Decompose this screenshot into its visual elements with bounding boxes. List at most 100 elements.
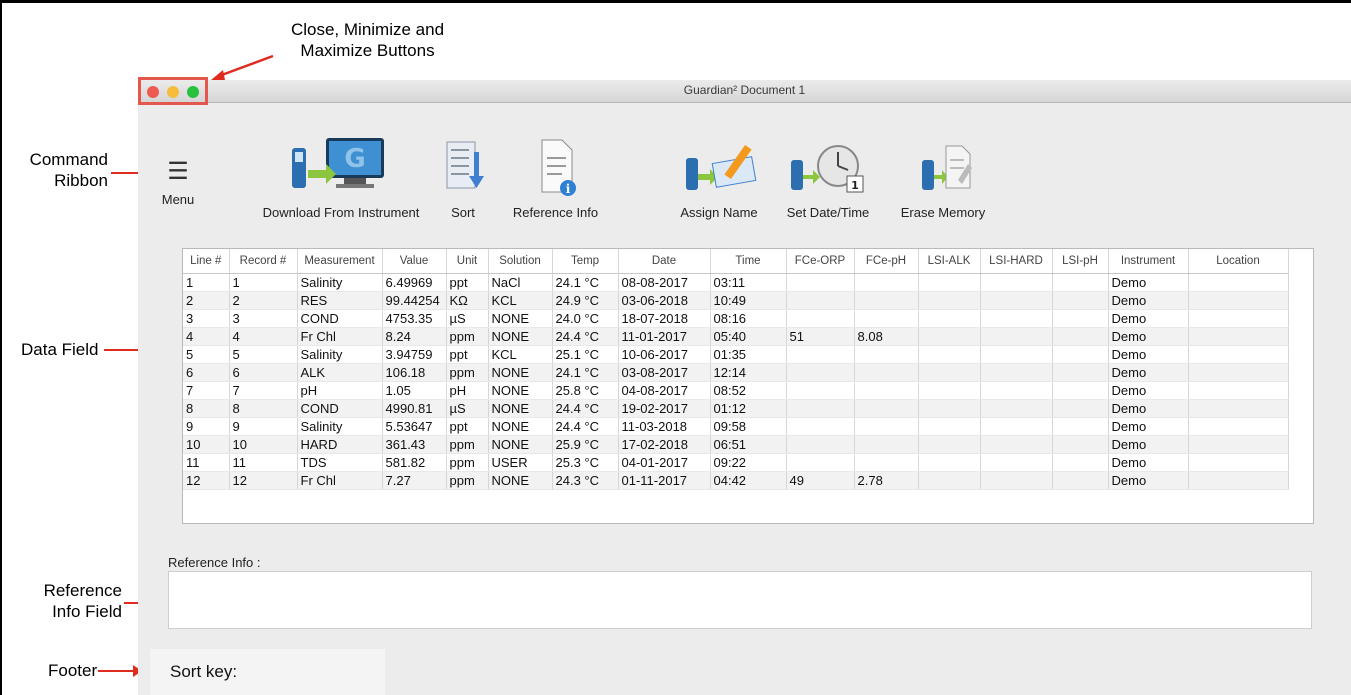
menu-icon: ☰ [167,158,189,185]
column-header[interactable]: Date [618,249,711,274]
reference-info-field[interactable] [168,571,1312,629]
table-cell: NONE [488,309,553,328]
table-cell: 4990.81 [382,399,447,418]
table-cell: 7 [229,381,298,400]
table-cell [1188,363,1289,382]
table-row[interactable]: 6 6 ALK 106.18 ppm NONE 24.1 °C 03-08-2017 12:14… [183,363,1289,382]
table-cell: 25.8 °C [552,381,619,400]
svg-text:G: G [344,144,365,174]
table-cell: 01-11-2017 [618,471,711,490]
column-header[interactable]: Solution [488,249,553,274]
column-header[interactable]: LSI-pH [1052,249,1109,274]
table-cell [1188,291,1289,310]
table-cell [1052,399,1109,418]
sort-button[interactable]: Sort [438,136,488,220]
table-cell: COND [297,309,383,328]
table-row[interactable]: 8 8 COND 4990.81 µS NONE 24.4 °C 19-02-2017 01:1… [183,399,1289,418]
table-cell: 04-01-2017 [618,453,711,472]
table-cell: 6 [183,363,230,382]
column-header[interactable]: FCe-pH [854,249,919,274]
table-cell: 25.3 °C [552,453,619,472]
table-body: 1 1 Salinity 6.49969 ppt NaCl 24.1 °C 08-08-201… [183,273,1289,490]
table-cell: Demo [1108,345,1189,364]
table-cell [1052,381,1109,400]
table-cell [1188,399,1289,418]
table-cell: 05:40 [710,327,787,346]
table-cell [1188,381,1289,400]
table-row[interactable]: 11 11 TDS 581.82 ppm USER 25.3 °C 04-01-2017 09:… [183,453,1289,472]
column-header[interactable]: Time [710,249,787,274]
menu-button[interactable]: ☰ Menu [158,158,198,208]
table-row[interactable]: 1 1 Salinity 6.49969 ppt NaCl 24.1 °C 08-08-201… [183,273,1289,292]
table-cell: NONE [488,327,553,346]
column-header[interactable]: Value [382,249,447,274]
table-cell [786,345,855,364]
table-cell [918,291,981,310]
column-header[interactable]: LSI-HARD [980,249,1053,274]
table-row[interactable]: 7 7 pH 1.05 pH NONE 25.8 °C 04-08-2017 08:52 Demo [183,381,1289,400]
table-cell: 04-08-2017 [618,381,711,400]
table-cell: 03:11 [710,273,787,292]
table-cell: 1.05 [382,381,447,400]
table-cell: µS [446,399,489,418]
table-cell: 2 [229,291,298,310]
annotation-buttons-line2: Maximize Buttons [300,41,435,60]
table-cell [786,399,855,418]
data-table[interactable]: Line # Record # Measurement Value Unit Soluti… [182,248,1314,524]
table-cell: 24.9 °C [552,291,619,310]
title-bar[interactable]: Guardian² Document 1 [138,77,1351,105]
column-header[interactable]: LSI-ALK [918,249,981,274]
column-header[interactable]: Location [1188,249,1289,274]
footer: Sort key: [150,649,385,695]
table-cell: KΩ [446,291,489,310]
table-row[interactable]: 12 12 Fr Chl 7.27 ppm NONE 24.3 °C 01-11-2017 04… [183,471,1289,490]
table-cell: 12 [229,471,298,490]
table-cell: Salinity [297,273,383,292]
table-cell: 24.1 °C [552,273,619,292]
table-row[interactable]: 4 4 Fr Chl 8.24 ppm NONE 24.4 °C 11-01-2017 05:4… [183,327,1289,346]
set-date-time-label: Set Date/Time [786,205,870,220]
column-header[interactable]: Line # [183,249,230,274]
table-cell: 1 [183,273,230,292]
table-cell: 10 [229,435,298,454]
erase-memory-button[interactable]: Erase Memory [893,136,993,220]
column-header[interactable]: Measurement [297,249,383,274]
column-header[interactable]: Instrument [1108,249,1189,274]
table-cell: 01:12 [710,399,787,418]
table-cell [1188,471,1289,490]
table-cell: 10 [183,435,230,454]
assign-name-button[interactable]: Assign Name [664,136,774,220]
table-cell [854,399,919,418]
table-cell [918,399,981,418]
table-cell [918,471,981,490]
table-cell: NONE [488,471,553,490]
table-cell [1188,273,1289,292]
table-cell [854,417,919,436]
table-cell: Demo [1108,453,1189,472]
table-cell: 8.08 [854,327,919,346]
table-cell: 03-08-2017 [618,363,711,382]
menu-label: Menu [161,192,195,207]
table-cell: 1 [229,273,298,292]
column-header[interactable]: Record # [229,249,298,274]
table-cell: NONE [488,381,553,400]
table-cell: 49 [786,471,855,490]
table-cell: NONE [488,363,553,382]
column-header[interactable]: Temp [552,249,619,274]
reference-info-button[interactable]: i Reference Info [503,136,608,220]
column-header[interactable]: FCe-ORP [786,249,855,274]
table-row[interactable]: 3 3 COND 4753.35 µS NONE 24.0 °C 18-07-2018 08:1… [183,309,1289,328]
table-row[interactable]: 5 5 Salinity 3.94759 ppt KCL 25.1 °C 10-06-2017… [183,345,1289,364]
table-cell: 06:51 [710,435,787,454]
sort-label: Sort [451,205,475,220]
download-from-instrument-button[interactable]: G Download From Instrument [251,132,431,220]
table-row[interactable]: 2 2 RES 99.44254 KΩ KCL 24.9 °C 03-06-2018 10:49… [183,291,1289,310]
table-cell: COND [297,399,383,418]
download-instrument-icon: G [292,138,384,188]
table-cell [980,417,1053,436]
set-date-time-button[interactable]: 1 Set Date/Time [778,136,878,220]
table-row[interactable]: 10 10 HARD 361.43 ppm NONE 25.9 °C 17-02-2018 06… [183,435,1289,454]
table-row[interactable]: 9 9 Salinity 5.53647 ppt NONE 24.4 °C 11-03-201… [183,417,1289,436]
table-cell: 04:42 [710,471,787,490]
column-header[interactable]: Unit [446,249,489,274]
